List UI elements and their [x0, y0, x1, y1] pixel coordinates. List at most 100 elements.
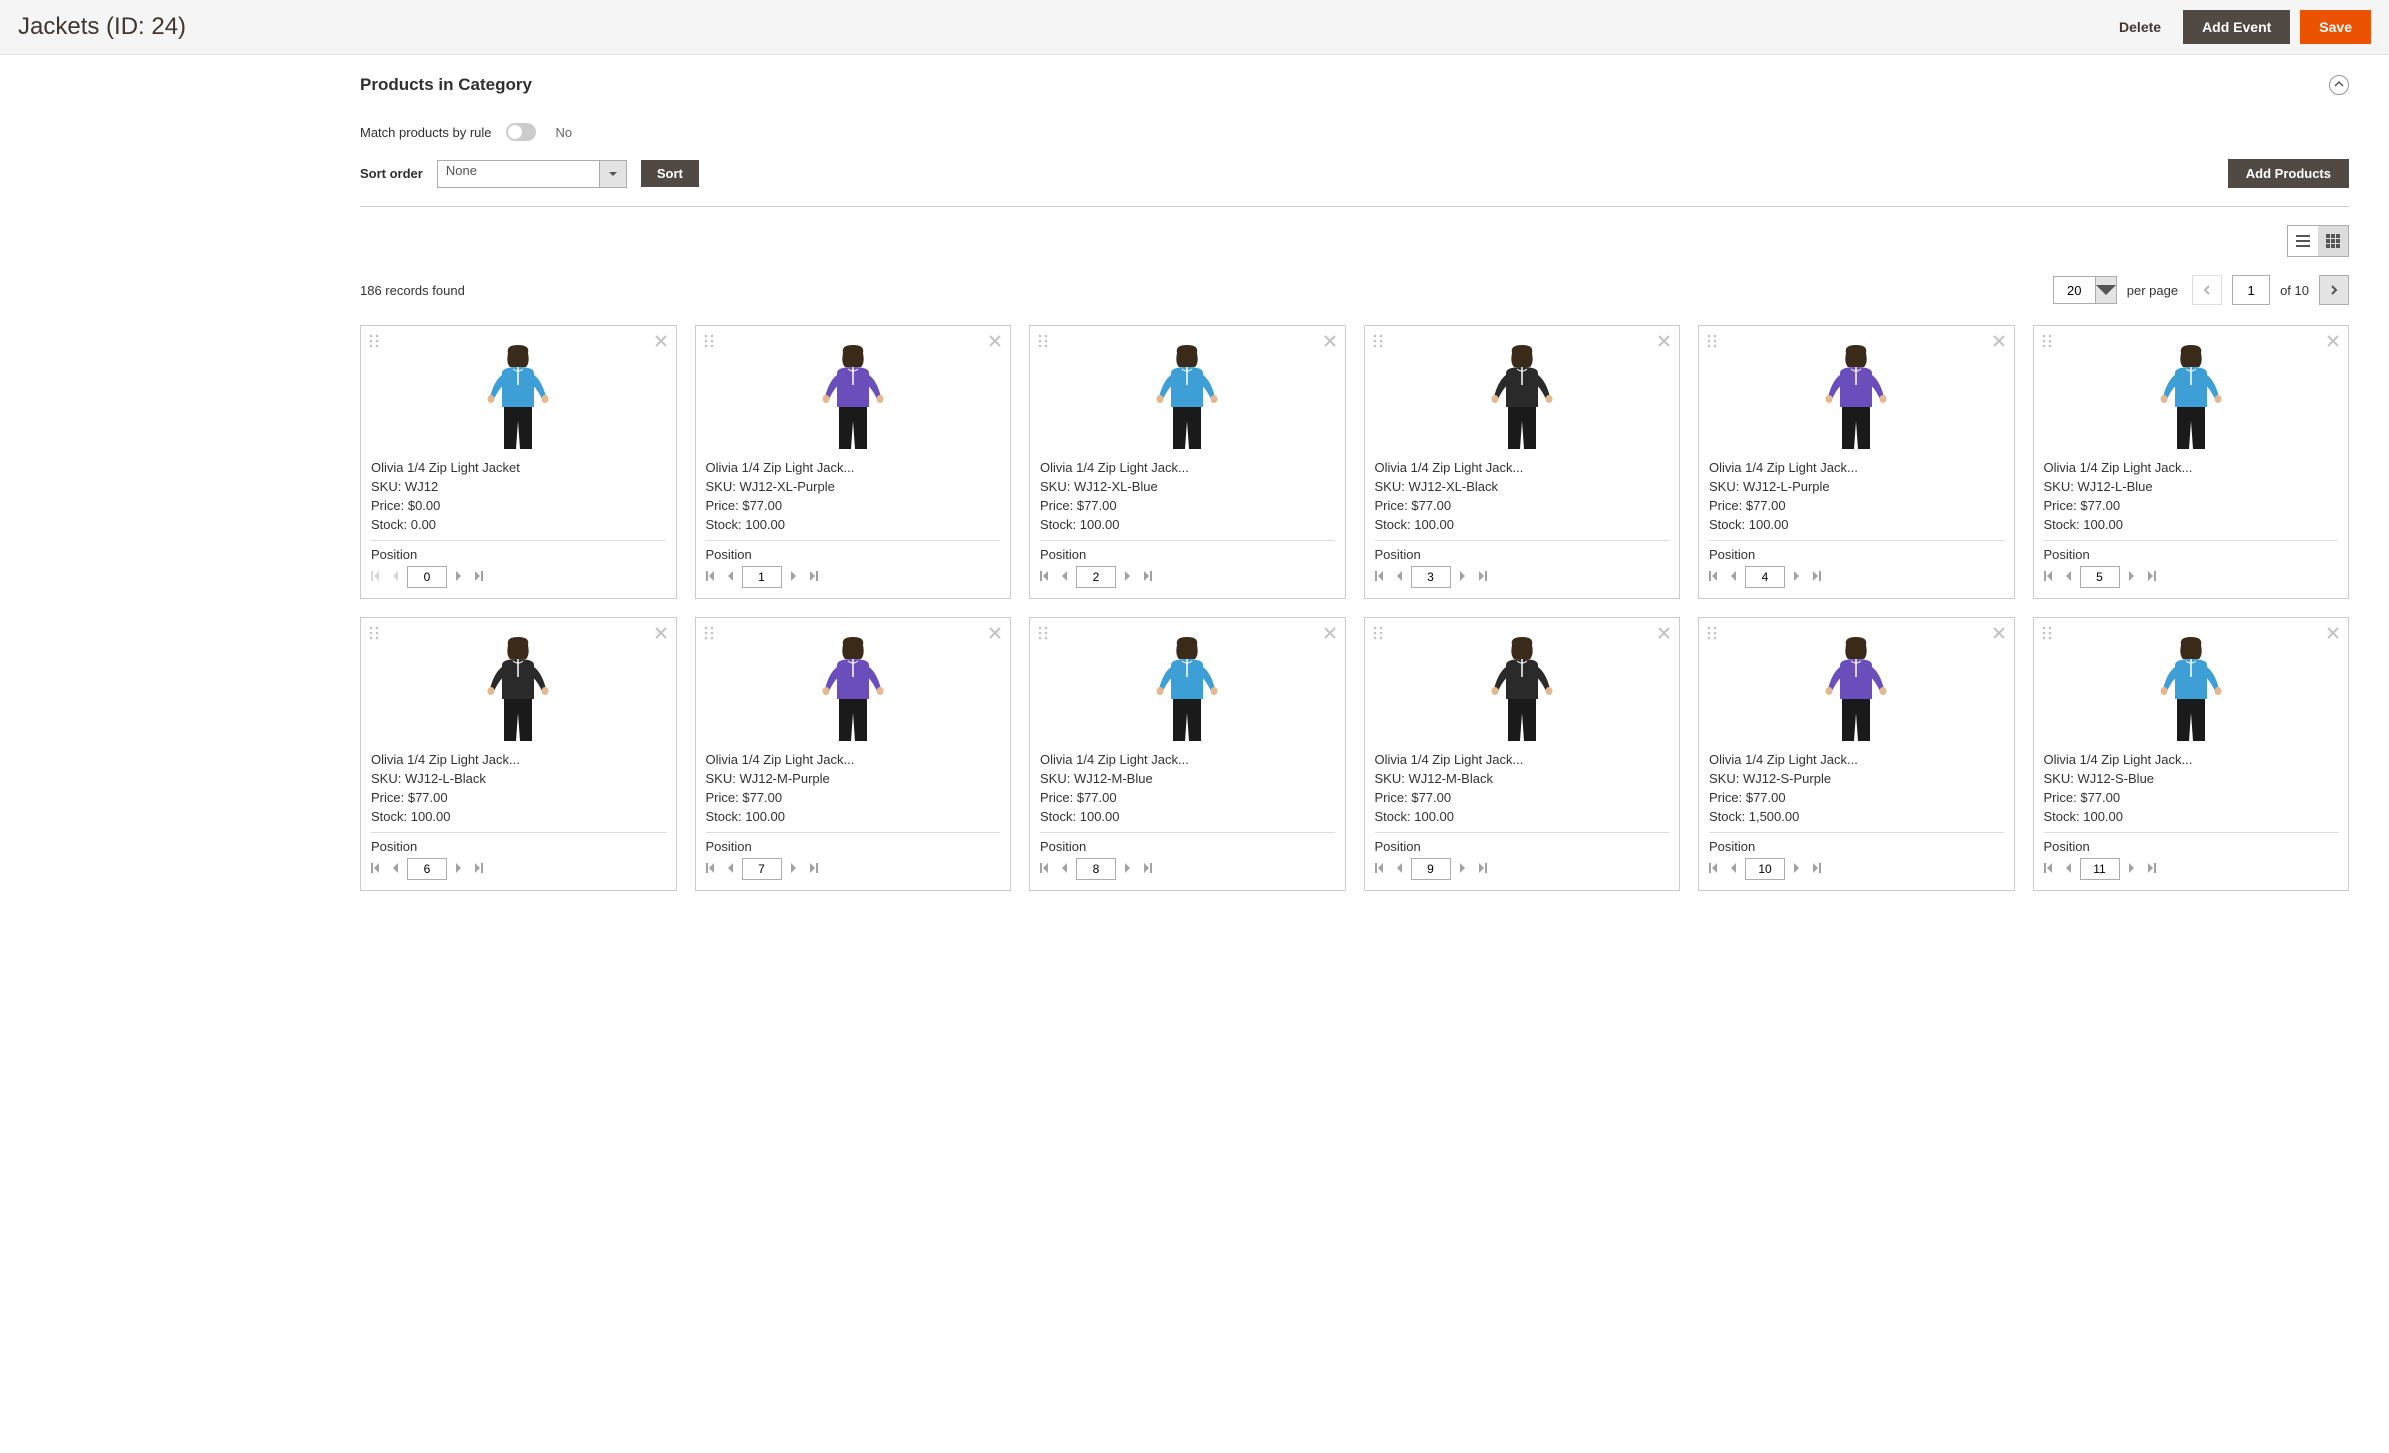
delete-button[interactable]: Delete [2107, 10, 2173, 44]
position-last-icon[interactable] [1807, 570, 1821, 585]
position-last-icon[interactable] [804, 570, 818, 585]
drag-handle-icon[interactable] [1373, 334, 1383, 351]
remove-button[interactable] [2326, 334, 2340, 351]
position-next-icon[interactable] [451, 570, 465, 585]
position-next-icon[interactable] [1789, 862, 1803, 877]
position-input[interactable] [1076, 566, 1116, 588]
position-next-icon[interactable] [1455, 570, 1469, 585]
product-card[interactable]: Olivia 1/4 Zip Light Jack... SKU: WJ12-X… [695, 325, 1012, 599]
position-prev-icon[interactable] [1058, 570, 1072, 585]
remove-button[interactable] [2326, 626, 2340, 643]
drag-handle-icon[interactable] [1707, 626, 1717, 643]
position-prev-icon[interactable] [1393, 862, 1407, 877]
collapse-icon[interactable] [2329, 75, 2349, 95]
position-input[interactable] [1745, 566, 1785, 588]
position-input[interactable] [1745, 858, 1785, 880]
product-card[interactable]: Olivia 1/4 Zip Light Jack... SKU: WJ12-L… [2033, 325, 2350, 599]
position-last-icon[interactable] [469, 862, 483, 877]
remove-button[interactable] [654, 626, 668, 643]
position-next-icon[interactable] [451, 862, 465, 877]
position-next-icon[interactable] [1120, 570, 1134, 585]
position-input[interactable] [742, 566, 782, 588]
position-first-icon[interactable] [2044, 862, 2058, 877]
position-first-icon[interactable] [1375, 862, 1389, 877]
prev-page-button[interactable] [2192, 275, 2222, 305]
position-last-icon[interactable] [1473, 570, 1487, 585]
position-next-icon[interactable] [2124, 862, 2138, 877]
position-last-icon[interactable] [1138, 862, 1152, 877]
position-input[interactable] [1411, 566, 1451, 588]
position-next-icon[interactable] [1455, 862, 1469, 877]
product-card[interactable]: Olivia 1/4 Zip Light Jack... SKU: WJ12-M… [1364, 617, 1681, 891]
remove-button[interactable] [1323, 626, 1337, 643]
remove-button[interactable] [654, 334, 668, 351]
position-input[interactable] [407, 858, 447, 880]
position-first-icon[interactable] [2044, 570, 2058, 585]
remove-button[interactable] [1992, 334, 2006, 351]
position-first-icon[interactable] [371, 570, 385, 585]
add-event-button[interactable]: Add Event [2183, 10, 2290, 44]
position-last-icon[interactable] [804, 862, 818, 877]
remove-button[interactable] [988, 334, 1002, 351]
product-card[interactable]: Olivia 1/4 Zip Light Jack... SKU: WJ12-S… [2033, 617, 2350, 891]
save-button[interactable]: Save [2300, 10, 2371, 44]
position-last-icon[interactable] [1138, 570, 1152, 585]
position-first-icon[interactable] [371, 862, 385, 877]
position-next-icon[interactable] [1789, 570, 1803, 585]
match-rule-toggle[interactable] [506, 123, 536, 141]
drag-handle-icon[interactable] [1038, 334, 1048, 351]
drag-handle-icon[interactable] [369, 334, 379, 351]
page-input[interactable] [2232, 275, 2270, 305]
position-first-icon[interactable] [1040, 570, 1054, 585]
position-prev-icon[interactable] [389, 570, 403, 585]
position-prev-icon[interactable] [724, 862, 738, 877]
position-first-icon[interactable] [1040, 862, 1054, 877]
position-prev-icon[interactable] [1058, 862, 1072, 877]
position-first-icon[interactable] [1375, 570, 1389, 585]
sort-button[interactable]: Sort [641, 160, 699, 187]
product-card[interactable]: Olivia 1/4 Zip Light Jack... SKU: WJ12-S… [1698, 617, 2015, 891]
position-input[interactable] [1411, 858, 1451, 880]
position-next-icon[interactable] [2124, 570, 2138, 585]
drag-handle-icon[interactable] [1707, 334, 1717, 351]
position-input[interactable] [2080, 566, 2120, 588]
per-page-caret[interactable] [2095, 276, 2117, 304]
product-card[interactable]: Olivia 1/4 Zip Light Jack... SKU: WJ12-X… [1364, 325, 1681, 599]
drag-handle-icon[interactable] [369, 626, 379, 643]
position-input[interactable] [407, 566, 447, 588]
position-prev-icon[interactable] [1727, 862, 1741, 877]
list-view-button[interactable] [2288, 226, 2318, 256]
position-input[interactable] [742, 858, 782, 880]
position-prev-icon[interactable] [2062, 570, 2076, 585]
position-next-icon[interactable] [786, 570, 800, 585]
position-prev-icon[interactable] [389, 862, 403, 877]
sort-caret-icon[interactable] [599, 160, 627, 188]
product-card[interactable]: Olivia 1/4 Zip Light Jack... SKU: WJ12-L… [1698, 325, 2015, 599]
grid-view-button[interactable] [2318, 226, 2348, 256]
drag-handle-icon[interactable] [1038, 626, 1048, 643]
drag-handle-icon[interactable] [2042, 626, 2052, 643]
position-prev-icon[interactable] [724, 570, 738, 585]
product-card[interactable]: Olivia 1/4 Zip Light Jack... SKU: WJ12-L… [360, 617, 677, 891]
drag-handle-icon[interactable] [1373, 626, 1383, 643]
position-last-icon[interactable] [1473, 862, 1487, 877]
position-next-icon[interactable] [1120, 862, 1134, 877]
position-last-icon[interactable] [469, 570, 483, 585]
remove-button[interactable] [1323, 334, 1337, 351]
drag-handle-icon[interactable] [2042, 334, 2052, 351]
product-card[interactable]: Olivia 1/4 Zip Light Jacket SKU: WJ12 Pr… [360, 325, 677, 599]
position-last-icon[interactable] [2142, 570, 2156, 585]
remove-button[interactable] [1992, 626, 2006, 643]
sort-order-select[interactable]: None [437, 160, 599, 188]
remove-button[interactable] [1657, 334, 1671, 351]
remove-button[interactable] [1657, 626, 1671, 643]
position-next-icon[interactable] [786, 862, 800, 877]
remove-button[interactable] [988, 626, 1002, 643]
position-first-icon[interactable] [706, 862, 720, 877]
drag-handle-icon[interactable] [704, 626, 714, 643]
product-card[interactable]: Olivia 1/4 Zip Light Jack... SKU: WJ12-X… [1029, 325, 1346, 599]
product-card[interactable]: Olivia 1/4 Zip Light Jack... SKU: WJ12-M… [695, 617, 1012, 891]
position-first-icon[interactable] [1709, 570, 1723, 585]
position-first-icon[interactable] [1709, 862, 1723, 877]
position-last-icon[interactable] [1807, 862, 1821, 877]
